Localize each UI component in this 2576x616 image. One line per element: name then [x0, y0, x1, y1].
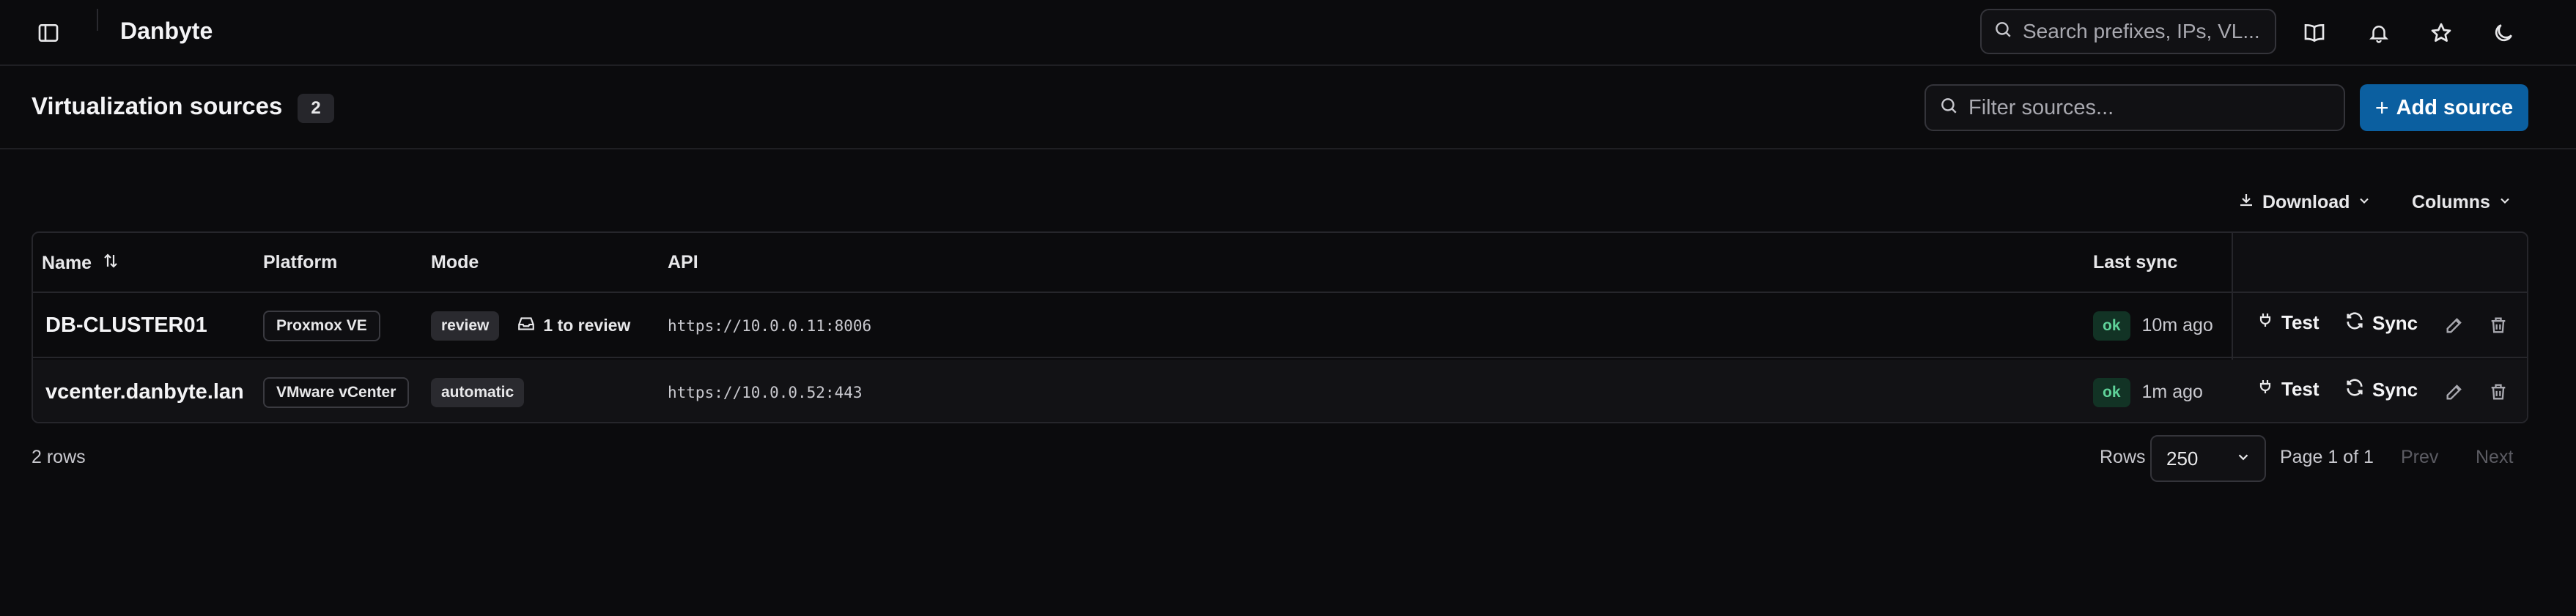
test-label: Test [2281, 378, 2319, 400]
app-title: Danbyte [120, 18, 213, 44]
column-header-last-sync: Last sync [2093, 252, 2178, 272]
columns-button[interactable]: Columns [2412, 188, 2512, 217]
api-url: https://10.0.0.11:8006 [668, 316, 872, 335]
sources-table: Name Platform Mode API Last sync DB-CLUS… [32, 231, 2528, 423]
search-icon [1993, 20, 2012, 44]
status-badge: ok [2093, 377, 2130, 407]
column-header-mode: Mode [431, 252, 479, 272]
chevron-down-icon [2235, 448, 2251, 470]
table-row[interactable]: vcenter.danbyte.lan VMware vCenter autom… [33, 360, 2527, 422]
last-sync-cell: ok 1m ago [2093, 360, 2203, 422]
table-row[interactable]: DB-CLUSTER01 Proxmox VE review 1 to revi… [33, 293, 2527, 358]
column-header-label: Name [42, 253, 92, 273]
chevron-down-icon [2357, 192, 2372, 213]
status-badge: ok [2093, 311, 2130, 341]
last-sync-cell: ok 10m ago [2093, 293, 2213, 358]
sync-label: Sync [2372, 312, 2418, 334]
mode-cell: review 1 to review [431, 293, 630, 358]
page-info: Page 1 of 1 [2280, 447, 2374, 467]
filter-sources-input[interactable] [1968, 95, 2335, 120]
columns-label: Columns [2412, 191, 2490, 212]
bell-icon[interactable] [2361, 15, 2396, 51]
refresh-icon [2344, 377, 2365, 403]
last-sync-time: 1m ago [2141, 382, 2203, 402]
global-search-input[interactable] [2023, 20, 2265, 43]
rows-per-page-select[interactable]: 250 [2150, 435, 2266, 482]
edit-icon[interactable] [2444, 315, 2465, 335]
rows-per-page-label: Rows [2100, 447, 2146, 467]
sync-button[interactable]: Sync [2344, 377, 2418, 403]
source-name[interactable]: vcenter.danbyte.lan [45, 360, 244, 422]
delete-icon[interactable] [2488, 382, 2509, 402]
plus-icon: + [2374, 94, 2389, 121]
sidebar-toggle-icon[interactable] [32, 17, 64, 49]
column-header-platform: Platform [263, 252, 338, 272]
inbox-icon [517, 314, 536, 338]
platform-tag: Proxmox VE [263, 310, 380, 341]
column-header-name[interactable]: Name [42, 252, 119, 275]
table-header: Name Platform Mode API Last sync [33, 233, 2527, 293]
test-button[interactable]: Test [2256, 377, 2319, 401]
download-button[interactable]: Download [2237, 188, 2372, 217]
test-label: Test [2281, 311, 2319, 333]
test-button[interactable]: Test [2256, 311, 2319, 335]
page-title: Virtualization sources [32, 92, 283, 119]
review-count: 1 to review [543, 316, 631, 335]
top-bar: Danbyte [0, 0, 2576, 66]
column-header-api: API [668, 252, 698, 272]
prev-page-button[interactable]: Prev [2401, 447, 2438, 468]
search-icon [1939, 96, 1958, 120]
rows-per-page-value: 250 [2166, 447, 2199, 470]
last-sync-time: 10m ago [2141, 315, 2213, 335]
plug-icon [2256, 377, 2274, 401]
global-search[interactable] [1980, 9, 2276, 54]
refresh-icon [2344, 311, 2365, 336]
add-source-label: Add source [2396, 95, 2514, 119]
page-header: Virtualization sources 2 + Add source [0, 67, 2576, 149]
sort-icon[interactable] [102, 252, 119, 275]
row-count: 2 rows [32, 447, 86, 467]
sync-label: Sync [2372, 379, 2418, 401]
filter-sources[interactable] [1924, 84, 2345, 131]
source-name[interactable]: DB-CLUSTER01 [45, 293, 207, 358]
add-source-button[interactable]: + Add source [2360, 84, 2528, 131]
mode-cell: automatic [431, 360, 525, 422]
mode-tag: automatic [431, 377, 525, 407]
review-link[interactable]: 1 to review [517, 314, 630, 338]
count-badge: 2 [298, 94, 334, 123]
divider [97, 9, 98, 31]
plug-icon [2256, 311, 2274, 335]
platform-cell: VMware vCenter [263, 360, 410, 422]
platform-tag: VMware vCenter [263, 376, 410, 408]
book-icon[interactable] [2297, 15, 2332, 51]
chevron-down-icon [2498, 192, 2512, 213]
moon-icon[interactable] [2486, 15, 2521, 51]
platform-cell: Proxmox VE [263, 293, 380, 358]
api-url: https://10.0.0.52:443 [668, 383, 863, 401]
edit-icon[interactable] [2444, 382, 2465, 402]
star-icon[interactable] [2424, 15, 2459, 51]
sync-button[interactable]: Sync [2344, 311, 2418, 336]
mode-tag: review [431, 311, 500, 341]
download-icon [2237, 191, 2255, 214]
download-label: Download [2262, 191, 2350, 212]
next-page-button[interactable]: Next [2476, 447, 2513, 468]
delete-icon[interactable] [2488, 315, 2509, 335]
